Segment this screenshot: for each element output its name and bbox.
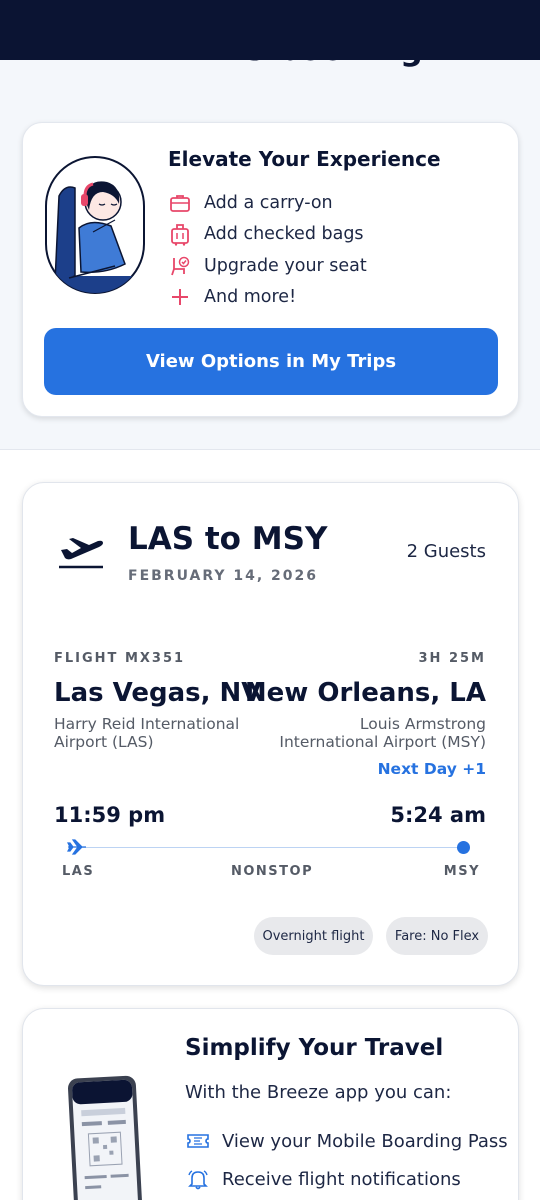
perk-item: And more!: [168, 282, 367, 314]
trip-card[interactable]: LAS to MSY FEBRUARY 14, 2026 2 Guests FL…: [22, 482, 519, 986]
destination-city: New Orleans, LA: [244, 678, 486, 708]
briefcase-icon: [168, 191, 192, 215]
travel-date: FEBRUARY 14, 2026: [128, 568, 319, 584]
app-promo-card: Simplify Your Travel With the Breeze app…: [22, 1008, 519, 1200]
flight-duration: 3H 25M: [418, 651, 486, 666]
bell-icon: [185, 1168, 211, 1190]
view-options-button[interactable]: View Options in My Trips: [44, 328, 498, 395]
perk-item: Add a carry-on: [168, 187, 367, 219]
next-day-badge: Next Day +1: [377, 760, 486, 778]
perk-item: Upgrade your seat: [168, 250, 367, 282]
app-promo-title: Simplify Your Travel: [185, 1035, 444, 1061]
origin-airport: Harry Reid International Airport (LAS): [54, 715, 240, 751]
perk-label: And more!: [204, 287, 297, 308]
plus-icon: [168, 285, 192, 309]
overnight-tag: Overnight flight: [254, 917, 373, 955]
ticket-icon: [185, 1130, 211, 1152]
stops-label: NONSTOP: [231, 864, 314, 879]
seated-traveler-illustration: [45, 156, 145, 294]
route-title: LAS to MSY: [128, 521, 328, 557]
app-feature-item: Receive flight notifications: [185, 1160, 508, 1198]
upsell-title: Elevate Your Experience: [168, 147, 441, 171]
perk-label: Upgrade your seat: [204, 255, 367, 276]
origin-code: LAS: [62, 864, 95, 879]
app-feature-item: View your Mobile Boarding Pass: [185, 1122, 508, 1160]
departure-time: 11:59 pm: [54, 803, 166, 827]
upsell-perks-list: Add a carry-on Add checked bags Upgrade …: [168, 187, 367, 313]
phone-mockup-image: [67, 1075, 143, 1200]
perk-label: Add a carry-on: [204, 192, 333, 213]
seat-upgrade-icon: [168, 254, 192, 278]
destination-code: MSY: [443, 864, 480, 879]
flight-path-line: [77, 847, 461, 848]
destination-dot: [457, 841, 470, 854]
destination-airport: Louis Armstrong International Airport (M…: [279, 715, 486, 751]
arrival-time: 5:24 am: [390, 803, 486, 827]
origin-city: Las Vegas, NV: [54, 678, 262, 708]
flight-number: FLIGHT MX351: [54, 651, 186, 666]
luggage-icon: [168, 222, 192, 246]
app-features-list: View your Mobile Boarding Pass Receive f…: [185, 1122, 508, 1198]
app-promo-subtitle: With the Breeze app you can:: [185, 1082, 452, 1103]
perk-item: Add checked bags: [168, 219, 367, 251]
app-feature-label: Receive flight notifications: [222, 1168, 461, 1190]
fare-tag: Fare: No Flex: [386, 917, 488, 955]
app-feature-label: View your Mobile Boarding Pass: [222, 1130, 508, 1152]
guest-count: 2 Guests: [406, 541, 486, 562]
upsell-card: Elevate Your Experience Add a carry-on A…: [22, 122, 519, 417]
departing-plane-icon: [59, 538, 103, 569]
perk-label: Add checked bags: [204, 224, 364, 245]
top-app-bar: [0, 0, 540, 60]
airplane-icon: [67, 839, 86, 855]
